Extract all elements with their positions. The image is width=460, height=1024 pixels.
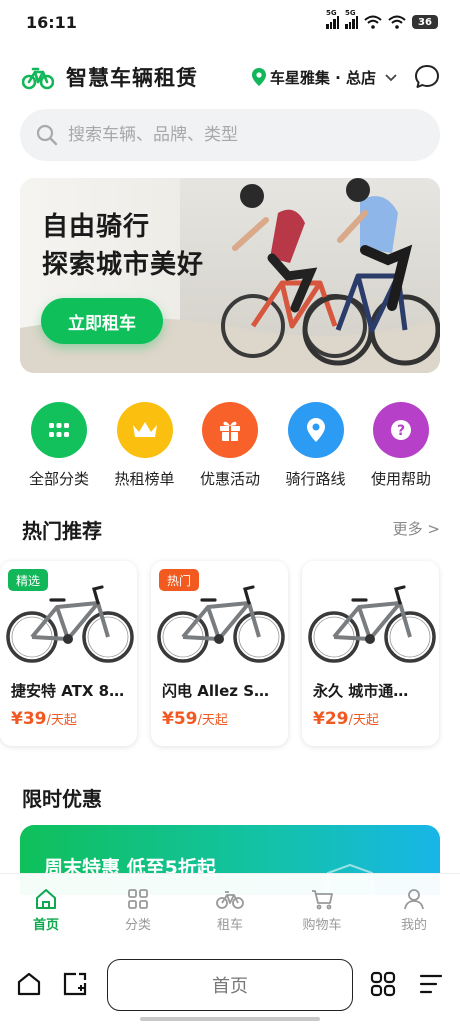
location-pin-icon [287, 402, 344, 458]
rent-now-button[interactable]: 立即租车 [41, 298, 163, 344]
product-name: 闪电 Allez S… [162, 682, 270, 700]
tab-label: 首页 [32, 918, 59, 933]
product-name: 永久 城市通… [313, 682, 409, 700]
category-all[interactable]: 全部分类 [18, 402, 100, 489]
hero-banner[interactable]: 自由骑行 探索城市美好 立即租车 [20, 178, 440, 373]
product-card[interactable]: 热门 闪电 Allez S… ¥59/天起 [151, 561, 288, 746]
tab-cart[interactable]: 购物车 [276, 874, 368, 947]
home-icon [36, 889, 56, 909]
location-pin-icon [251, 68, 266, 86]
product-card[interactable]: 永久 城市通… ¥29/天起 [302, 561, 439, 746]
product-price: ¥29/天起 [313, 709, 379, 729]
tab-label: 购物车 [302, 918, 342, 933]
status-icons: 5G 5G 36 [326, 9, 438, 29]
bike-icon [216, 891, 244, 909]
product-tag: 热门 [159, 569, 200, 591]
status-bar: 16:11 5G 5G 36 [0, 0, 460, 44]
category-routes[interactable]: 骑行路线 [275, 402, 357, 489]
menu-icon[interactable] [418, 971, 444, 997]
banner-title-line1: 自由骑行 [42, 212, 151, 242]
product-tag: 精选 [8, 569, 49, 591]
help-icon: ? [373, 402, 429, 458]
category-label: 优惠活动 [199, 470, 260, 488]
home-icon[interactable] [16, 971, 42, 997]
product-price: ¥39/天起 [11, 709, 77, 729]
tab-rent[interactable]: 租车 [184, 874, 276, 947]
battery-icon: 36 [412, 15, 438, 29]
hot-product-list: 精选 捷安特 ATX 8… ¥39/天起 热门 闪电 Allez S… ¥59/… [0, 561, 460, 747]
signal-icon: 5G [326, 9, 339, 29]
category-grid: 全部分类 热租榜单 优惠活动 骑行路线 ? 使用帮助 [10, 402, 450, 489]
tab-home[interactable]: 首页 [0, 874, 92, 947]
status-time: 16:11 [26, 12, 77, 32]
signal-icon: 5G [345, 9, 358, 29]
search-input[interactable] [68, 125, 388, 145]
category-promotions[interactable]: 优惠活动 [189, 402, 271, 489]
cart-icon [312, 890, 333, 910]
browser-toolbar: 首页 [0, 947, 460, 1024]
app-title: 智慧车辆租赁 [66, 66, 198, 90]
store-name: 车星雅集 · 总店 [269, 68, 376, 87]
product-card[interactable]: 精选 捷安特 ATX 8… ¥39/天起 [0, 561, 137, 746]
tab-label: 租车 [216, 918, 243, 933]
product-name: 捷安特 ATX 8… [11, 682, 125, 700]
tab-profile[interactable]: 我的 [368, 874, 460, 947]
tabs-grid-icon[interactable] [370, 971, 396, 997]
category-label: 骑行路线 [285, 470, 346, 488]
section-title-deals: 限时优惠 [22, 787, 102, 811]
wifi-icon [388, 15, 406, 29]
chat-bubble-icon[interactable] [414, 64, 440, 90]
tab-categories[interactable]: 分类 [92, 874, 184, 947]
more-link[interactable]: 更多 > [393, 518, 440, 539]
category-ranking[interactable]: 热租榜单 [104, 402, 186, 489]
tab-label: 我的 [400, 918, 427, 933]
category-label: 全部分类 [28, 470, 89, 488]
store-selector[interactable]: 车星雅集 · 总店 [251, 67, 398, 88]
address-bar[interactable]: 首页 [107, 959, 353, 1011]
gift-icon [202, 402, 258, 458]
bike-logo-icon [22, 67, 54, 90]
app-header: 智慧车辆租赁 车星雅集 · 总店 [22, 56, 440, 98]
wifi-icon [364, 15, 382, 29]
category-help[interactable]: ? 使用帮助 [360, 402, 442, 489]
grid-icon [31, 402, 87, 458]
banner-title-line2: 探索城市美好 [42, 250, 205, 280]
user-icon [404, 889, 424, 910]
grid-icon [128, 889, 148, 909]
home-indicator[interactable] [140, 1017, 320, 1021]
chevron-down-icon [385, 74, 397, 82]
crown-icon [116, 402, 173, 458]
bike-image [308, 585, 436, 663]
bottom-tab-bar: 首页 分类 租车 购物车 我的 [0, 873, 460, 947]
share-icon[interactable] [62, 971, 88, 997]
product-price: ¥59/天起 [162, 709, 228, 729]
tab-label: 分类 [124, 918, 151, 933]
address-text: 首页 [212, 976, 248, 997]
search-icon [36, 124, 58, 146]
section-title-hot: 热门推荐 [22, 519, 102, 543]
category-label: 热租榜单 [114, 470, 175, 488]
category-label: 使用帮助 [370, 470, 431, 488]
app-page: 16:11 5G 5G 36 智慧车辆租赁 车星雅集 · 总店 搜索车辆、品牌、… [0, 0, 460, 1024]
search-bar[interactable] [20, 109, 440, 161]
svg-text:?: ? [397, 423, 405, 439]
